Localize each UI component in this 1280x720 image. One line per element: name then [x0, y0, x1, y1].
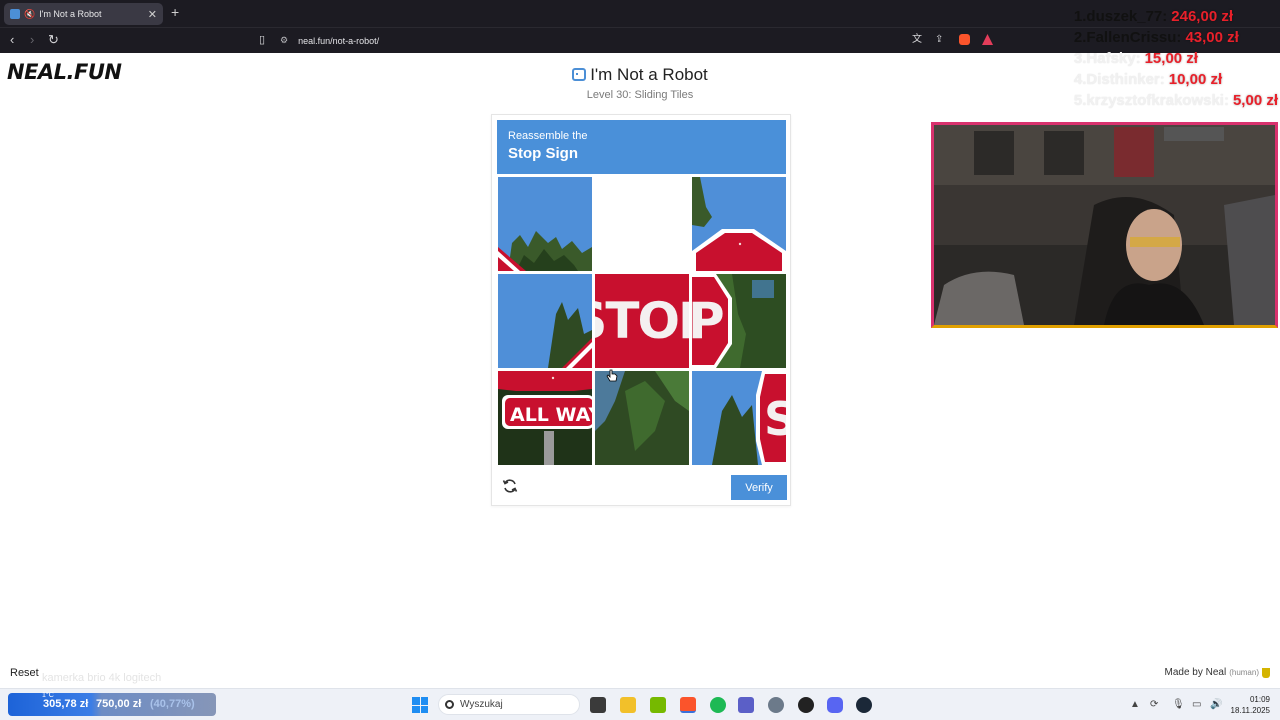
clock-date: 18.11.2025: [1230, 706, 1270, 715]
tile-grid: STOP P ALL WAY: [498, 177, 786, 465]
clock-time: 01:09: [1249, 695, 1270, 704]
mute-icon[interactable]: 🔇: [24, 9, 35, 20]
verify-button[interactable]: Verify: [731, 475, 787, 500]
goal-current: 305,78 zł: [43, 698, 89, 710]
search-icon: [445, 700, 454, 709]
close-tab-icon[interactable]: ✕: [148, 8, 157, 21]
taskbar-search[interactable]: Wyszukaj: [438, 694, 580, 715]
file-explorer-icon[interactable]: [620, 697, 636, 713]
steam-icon[interactable]: [856, 697, 872, 713]
tile-7[interactable]: ALL WAY: [498, 371, 592, 465]
donor-row: 3.Hafsky: 15,00 zł: [1073, 50, 1198, 67]
donor-row: 2.FallenCrissu: 43,00 zł: [1073, 29, 1239, 46]
svg-text:P: P: [692, 292, 725, 350]
reset-link[interactable]: Reset: [10, 667, 39, 679]
network-icon[interactable]: ▭: [1192, 699, 1201, 710]
hand-cursor-icon: [606, 369, 618, 388]
site-info-icon[interactable]: ⚙: [280, 35, 288, 46]
windows-start-icon[interactable]: [412, 697, 428, 713]
captcha-header: Reassemble the Stop Sign: [497, 120, 786, 174]
microphone-icon[interactable]: 🎙: [1172, 699, 1185, 710]
instruction-target: Stop Sign: [508, 145, 578, 162]
tile-5[interactable]: STOP: [595, 274, 689, 368]
instruction-small: Reassemble the: [508, 130, 588, 142]
volume-icon[interactable]: 🔊: [1210, 699, 1222, 710]
share-icon[interactable]: ⇪: [935, 33, 943, 47]
brave-shield-icon[interactable]: [959, 34, 970, 45]
human-tag: (human): [1229, 668, 1259, 677]
tray-chevron-up-icon[interactable]: ▲: [1130, 699, 1140, 710]
brave-browser-icon[interactable]: [680, 697, 696, 713]
reload-page-icon[interactable]: ↻: [48, 33, 59, 47]
address-bar[interactable]: ⚙ neal.fun/not-a-robot/: [280, 31, 1000, 50]
url-text[interactable]: neal.fun/not-a-robot/: [298, 36, 379, 46]
donor-row: 4.Disthinker: 10,00 zł: [1073, 71, 1223, 88]
tile-9[interactable]: S: [692, 371, 786, 465]
webcam-feed: [931, 122, 1278, 328]
forward-icon[interactable]: ›: [30, 33, 34, 47]
svg-text:S: S: [764, 392, 786, 446]
page-title-text: I'm Not a Robot: [590, 65, 708, 84]
camera-source-label: kamerka brio 4k logitech: [42, 672, 162, 684]
tile-1[interactable]: [498, 177, 592, 271]
robot-icon: [572, 68, 587, 81]
task-view-icon[interactable]: [590, 697, 606, 713]
new-tab-button[interactable]: +: [171, 4, 179, 20]
tab-active[interactable]: 🔇 I'm Not a Robot ✕: [4, 3, 163, 25]
tile-empty[interactable]: [595, 177, 689, 271]
donor-leaderboard: 1.duszek_77: 246,00 zł 2.FallenCrissu: 43,…: [1074, 6, 1278, 111]
donor-row: 5.krzysztofkrakowski: 5,00 zł: [1073, 92, 1278, 109]
search-placeholder: Wyszukaj: [460, 699, 503, 710]
donation-goal-bar: 1°C 305,78 zł 750,00 zł (40,77%): [8, 692, 216, 716]
svg-text:STOP: STOP: [595, 292, 689, 350]
taskbar: 1°C 305,78 zł 750,00 zł (40,77%) Wyszuka…: [0, 688, 1280, 720]
system-clock[interactable]: 01:09 18.11.2025: [1231, 694, 1270, 716]
goal-percent: (40,77%): [150, 698, 195, 710]
tile-6[interactable]: P: [692, 274, 786, 368]
obs-icon[interactable]: [798, 697, 814, 713]
teams-icon[interactable]: [738, 697, 754, 713]
made-by-text: Made by Neal: [1164, 667, 1227, 678]
robot-favicon-icon: [10, 9, 20, 19]
tab-title: I'm Not a Robot: [39, 9, 102, 19]
captcha-box: Reassemble the Stop Sign TO P ALL WA S V…: [491, 114, 791, 506]
nvidia-icon[interactable]: [650, 697, 666, 713]
spotify-icon[interactable]: [710, 697, 726, 713]
settings-icon[interactable]: [768, 697, 784, 713]
reload-tiles-icon[interactable]: [502, 478, 518, 494]
tile-3[interactable]: [692, 177, 786, 271]
goal-target: 750,00 zł: [96, 698, 142, 710]
translate-icon[interactable]: 文: [912, 33, 922, 47]
back-icon[interactable]: ‹: [10, 33, 14, 47]
made-by-credit[interactable]: Made by Neal (human): [1164, 667, 1270, 678]
bookmark-icon[interactable]: ▯: [259, 33, 265, 47]
tile-4[interactable]: [498, 274, 592, 368]
svg-text:ALL WAY: ALL WAY: [510, 404, 592, 426]
update-icon[interactable]: ⟳: [1150, 699, 1158, 710]
donor-row: 1.duszek_77: 246,00 zł: [1073, 8, 1233, 25]
trophy-icon: [1262, 667, 1270, 678]
discord-icon[interactable]: [827, 697, 843, 713]
